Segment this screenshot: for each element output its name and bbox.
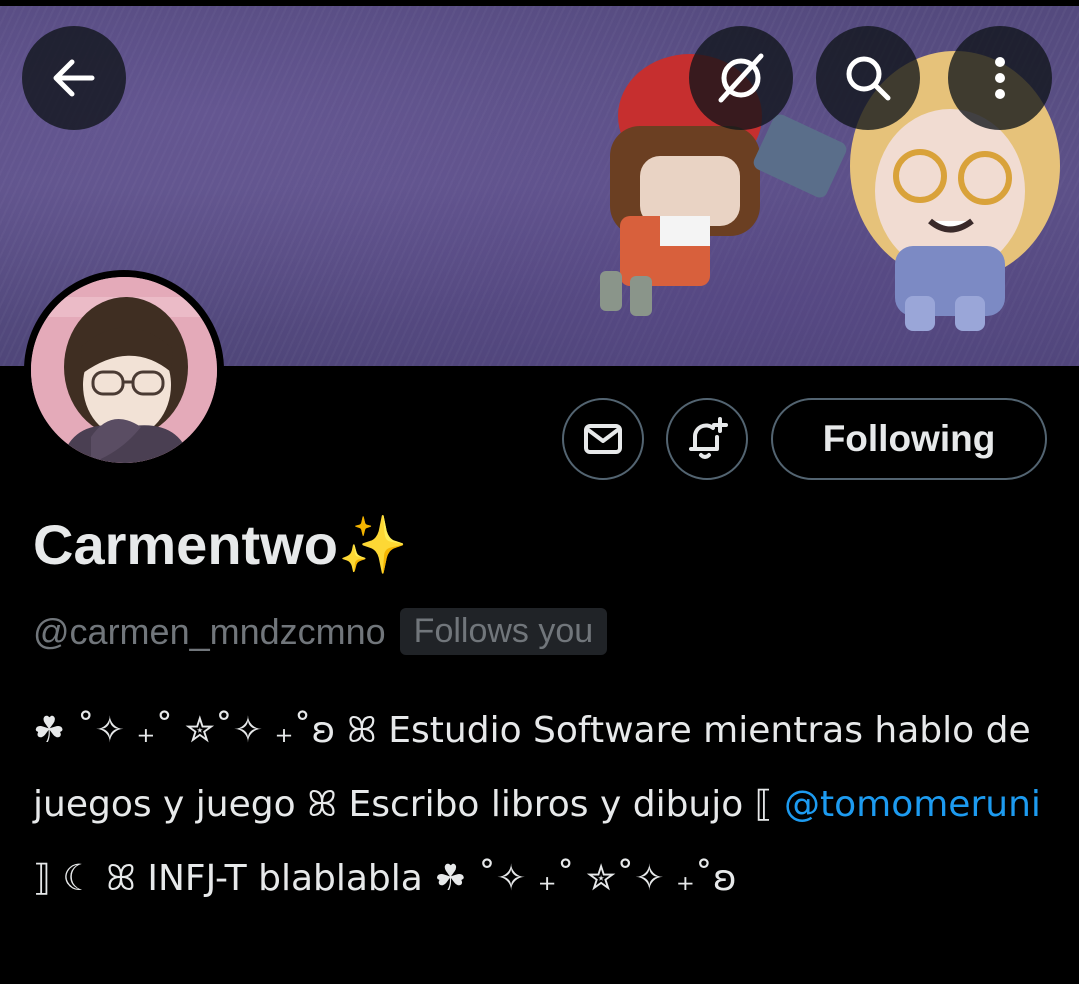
back-arrow-icon bbox=[53, 59, 95, 97]
bell-plus-icon bbox=[689, 417, 728, 459]
user-handle: @carmen_mndzcmno bbox=[33, 610, 386, 652]
back-button[interactable] bbox=[22, 26, 126, 130]
bio-text-part2: ⟧ ☾ ꕤ INFJ-T blablabla ☘︎ ˚✧ ₊˚ ✮˚✧ ₊˚ʚ bbox=[33, 858, 737, 899]
handle-row: @carmen_mndzcmno Follows you bbox=[33, 608, 608, 655]
avatar-anime-character-image bbox=[31, 277, 217, 463]
profile-avatar[interactable] bbox=[24, 270, 224, 470]
more-options-button[interactable] bbox=[948, 26, 1052, 130]
bio-mention-link[interactable]: @tomomeruni bbox=[784, 784, 1041, 825]
display-name: Carmentwo✨ bbox=[33, 513, 408, 576]
avatar-image bbox=[31, 277, 217, 463]
follows-you-badge: Follows you bbox=[399, 608, 608, 655]
grok-icon bbox=[718, 53, 764, 103]
following-button[interactable]: Following bbox=[771, 398, 1047, 480]
search-icon bbox=[846, 56, 891, 101]
grok-button[interactable] bbox=[689, 26, 793, 130]
more-vertical-icon bbox=[995, 57, 1005, 99]
mail-icon bbox=[584, 424, 622, 454]
search-button[interactable] bbox=[816, 26, 920, 130]
notifications-button[interactable] bbox=[666, 398, 748, 480]
profile-bio: ☘︎ ˚✧ ₊˚ ✮˚✧ ₊˚ʚ ꕤ Estudio Software mien… bbox=[33, 694, 1043, 916]
message-button[interactable] bbox=[562, 398, 644, 480]
